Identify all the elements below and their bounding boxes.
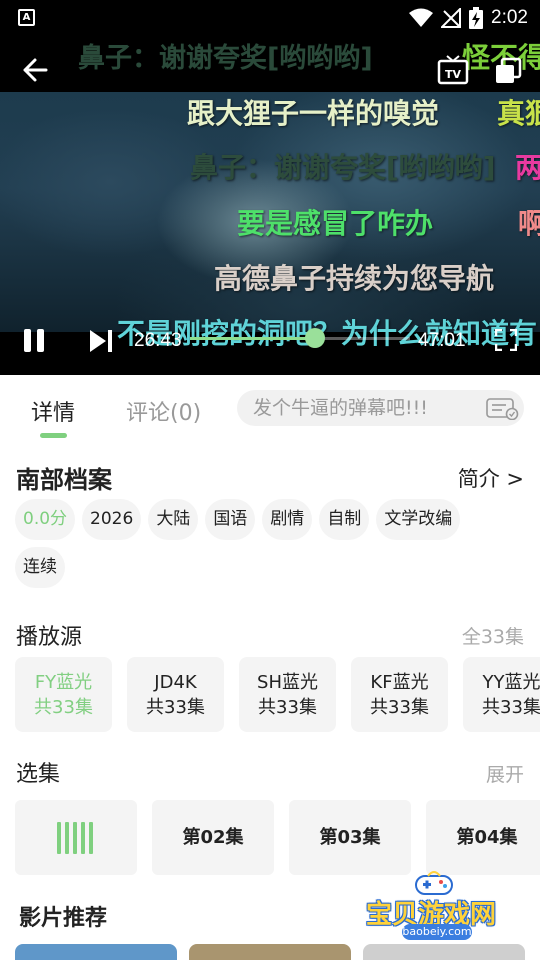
episode-item[interactable]: 第04集 bbox=[426, 800, 540, 875]
danmaku-comment: 跟大狸子一样的嗅觉 bbox=[187, 97, 440, 130]
source-episodes: 共33集 bbox=[482, 697, 540, 718]
expand-button[interactable]: 展开 bbox=[486, 760, 524, 787]
recommend-thumbnail[interactable] bbox=[189, 944, 351, 960]
episode-list: 第02集 第03集 第04集 bbox=[15, 800, 540, 876]
sources-heading: 播放源 bbox=[16, 625, 83, 650]
source-name: SH蓝光 bbox=[257, 672, 318, 693]
tag-year[interactable]: 2026 bbox=[82, 499, 142, 540]
source-item[interactable]: YY蓝光 共33集 bbox=[463, 657, 540, 732]
site-watermark: 宝贝游戏网 baobeiy.com bbox=[362, 870, 507, 944]
progress-bar[interactable] bbox=[190, 328, 410, 348]
danmaku-input[interactable]: 发个牛逼的弹幕吧!!! bbox=[237, 390, 524, 426]
recommend-heading: 影片推荐 bbox=[19, 906, 108, 931]
video-player[interactable]: A 2:02 鼻子：谢谢夸奖[哟哟哟] 怪不得 TV 跟大狸子一样的嗅觉 真狠 … bbox=[0, 0, 540, 375]
picture-in-picture-icon[interactable] bbox=[494, 57, 522, 85]
tab-details[interactable]: 详情 bbox=[31, 395, 75, 427]
tab-bar: 详情 评论(0) 发个牛逼的弹幕吧!!! bbox=[0, 375, 540, 445]
total-time: 47:01 bbox=[418, 330, 466, 351]
status-bar: A 2:02 bbox=[0, 0, 540, 36]
no-signal-icon bbox=[441, 8, 462, 28]
episode-item-playing[interactable] bbox=[15, 800, 137, 875]
episodes-heading: 选集 bbox=[16, 762, 61, 787]
danmaku-comment: 要是感冒了咋办 bbox=[237, 207, 434, 240]
tag-language[interactable]: 国语 bbox=[205, 499, 256, 540]
tag-category[interactable]: 连续 bbox=[15, 547, 65, 588]
sources-count: 全33集 bbox=[461, 626, 524, 648]
active-tab-indicator bbox=[40, 433, 67, 438]
tag-category[interactable]: 文学改编 bbox=[376, 499, 461, 540]
watermark-url: baobeiy.com bbox=[402, 924, 472, 940]
source-episodes: 共33集 bbox=[258, 697, 317, 718]
rating-tag: 0.0分 bbox=[15, 499, 76, 540]
tag-category[interactable]: 自制 bbox=[319, 499, 370, 540]
wifi-icon bbox=[409, 8, 434, 27]
danmaku-comment: 鼻子：谢谢夸奖[哟哟哟] bbox=[78, 43, 373, 74]
danmaku-settings-icon[interactable] bbox=[486, 398, 520, 420]
source-item[interactable]: KF蓝光 共33集 bbox=[351, 657, 448, 732]
source-item[interactable]: SH蓝光 共33集 bbox=[239, 657, 336, 732]
source-name: FY蓝光 bbox=[34, 672, 93, 693]
recommend-thumbnail[interactable] bbox=[363, 944, 525, 960]
source-item[interactable]: FY蓝光 共33集 bbox=[15, 657, 112, 732]
progress-bar-fill bbox=[190, 337, 316, 340]
progress-knob[interactable] bbox=[305, 328, 326, 348]
tag-list: 0.0分 2026 大陆 国语 剧情 自制 文学改编 连续 bbox=[15, 499, 495, 588]
episode-item[interactable]: 第03集 bbox=[289, 800, 411, 875]
battery-charging-icon bbox=[469, 7, 484, 29]
source-episodes: 共33集 bbox=[370, 697, 429, 718]
danmaku-comment: 真狠 bbox=[497, 97, 540, 130]
source-episodes: 共33集 bbox=[146, 697, 205, 718]
danmaku-input-placeholder: 发个牛逼的弹幕吧!!! bbox=[253, 397, 428, 419]
recommend-thumbnail[interactable] bbox=[15, 944, 177, 960]
danmaku-comment: 鼻子：谢谢夸奖[哟哟哟] bbox=[190, 151, 496, 184]
source-item[interactable]: JD4K 共33集 bbox=[127, 657, 224, 732]
fullscreen-icon[interactable] bbox=[495, 329, 517, 351]
source-episodes: 共33集 bbox=[34, 697, 93, 718]
source-list: FY蓝光 共33集 JD4K 共33集 SH蓝光 共33集 KF蓝光 共33集 … bbox=[15, 657, 540, 733]
danmaku-comment: 两 bbox=[515, 151, 540, 184]
gamepad-logo-icon bbox=[415, 871, 453, 895]
video-title: 南部档案 bbox=[16, 466, 112, 494]
source-name: JD4K bbox=[154, 672, 197, 693]
tv-cast-icon[interactable]: TV bbox=[437, 55, 469, 85]
episode-item[interactable]: 第02集 bbox=[152, 800, 274, 875]
source-name: YY蓝光 bbox=[482, 672, 540, 693]
back-arrow-icon[interactable] bbox=[22, 57, 48, 83]
tab-comments[interactable]: 评论(0) bbox=[126, 395, 201, 427]
svg-text:TV: TV bbox=[445, 68, 462, 81]
current-time: 26:43 bbox=[134, 330, 182, 351]
status-time: 2:02 bbox=[491, 7, 528, 28]
app-notification-icon: A bbox=[18, 9, 35, 26]
tag-genre[interactable]: 剧情 bbox=[262, 499, 313, 540]
danmaku-comment: 高德鼻子持续为您导航 bbox=[214, 262, 495, 295]
source-name: KF蓝光 bbox=[370, 672, 429, 693]
next-episode-icon[interactable] bbox=[89, 329, 115, 353]
now-playing-icon bbox=[57, 822, 93, 854]
pause-icon[interactable] bbox=[22, 328, 46, 353]
intro-link[interactable]: 简介 > bbox=[458, 463, 524, 493]
recommend-list bbox=[15, 944, 540, 960]
danmaku-comment: 啊 bbox=[518, 207, 540, 240]
tag-region[interactable]: 大陆 bbox=[148, 499, 199, 540]
